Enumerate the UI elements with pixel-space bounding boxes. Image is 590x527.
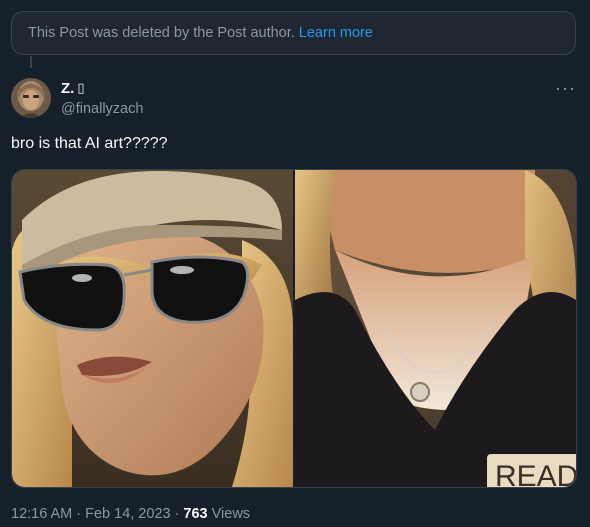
views-count: 763 bbox=[183, 506, 208, 522]
media-grid: READ bbox=[11, 169, 577, 488]
post-date[interactable]: Feb 14, 2023 bbox=[85, 506, 170, 522]
author-handle[interactable]: @finallyzach bbox=[61, 101, 143, 117]
author-emoji: ▯ bbox=[77, 81, 85, 96]
meta-separator: · bbox=[76, 506, 82, 522]
media-image-right[interactable]: READ bbox=[295, 170, 576, 487]
post-metadata: 12:16 AM · Feb 14, 2023 · 763 Views bbox=[11, 506, 250, 522]
post-time[interactable]: 12:16 AM bbox=[11, 506, 72, 522]
media-image-left[interactable] bbox=[12, 170, 293, 487]
thread-connector-line bbox=[30, 56, 32, 68]
learn-more-link[interactable]: Learn more bbox=[299, 25, 373, 41]
author-name-row[interactable]: Z. ▯ bbox=[61, 80, 85, 97]
deleted-post-notice: This Post was deleted by the Post author… bbox=[11, 11, 576, 55]
views-label: Views bbox=[211, 506, 251, 522]
post-text: bro is that AI art????? bbox=[11, 135, 168, 152]
deleted-notice-text: This Post was deleted by the Post author… bbox=[28, 25, 295, 41]
author-name[interactable]: Z. bbox=[61, 80, 74, 97]
read-sign-text: READ bbox=[495, 460, 576, 487]
avatar[interactable] bbox=[11, 78, 51, 118]
more-horizontal-icon[interactable]: ··· bbox=[555, 78, 576, 99]
meta-separator: · bbox=[174, 506, 180, 522]
